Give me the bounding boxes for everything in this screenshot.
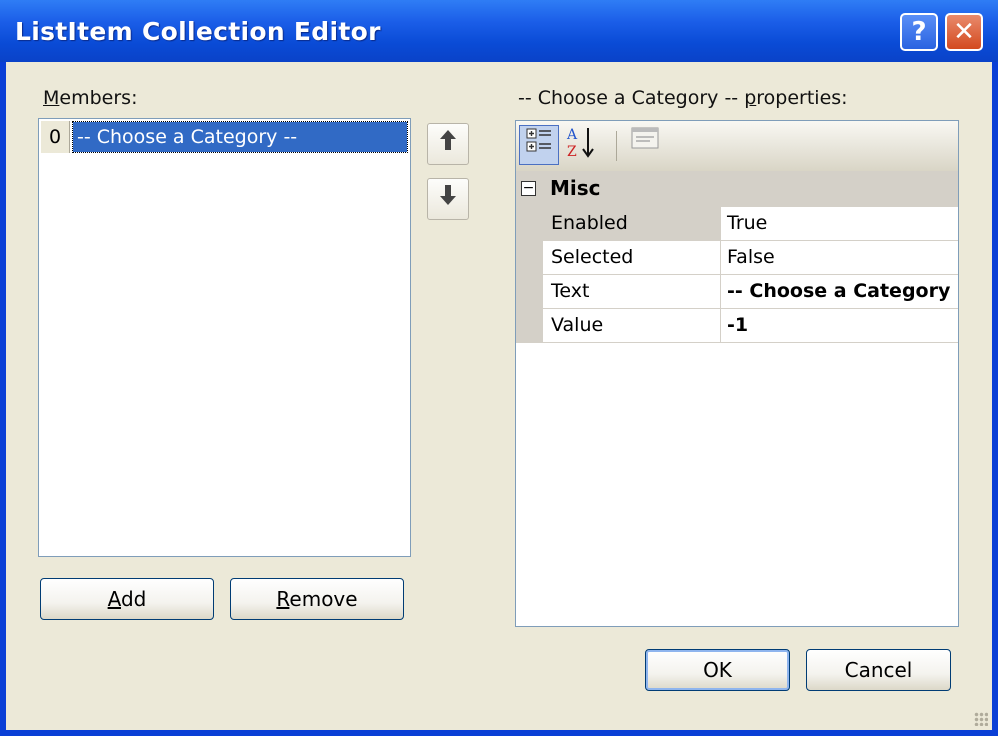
ok-button[interactable]: OK	[645, 649, 790, 691]
cancel-button[interactable]: Cancel	[806, 649, 951, 691]
property-value[interactable]: -1	[721, 309, 958, 342]
category-row-misc[interactable]: − Misc	[516, 171, 958, 207]
window-title: ListItem Collection Editor	[15, 17, 381, 46]
property-name: Selected	[543, 241, 721, 274]
svg-text:A: A	[566, 127, 578, 143]
categorized-button[interactable]	[519, 125, 559, 165]
property-pages-icon	[630, 127, 660, 156]
list-item-index: 0	[41, 121, 70, 153]
dialog-window: ListItem Collection Editor ? ✕ Members: …	[0, 0, 998, 736]
property-row-enabled[interactable]: Enabled True	[543, 207, 958, 241]
property-row-value[interactable]: Value -1	[543, 309, 958, 343]
members-label: Members:	[43, 87, 138, 109]
alphabetical-button[interactable]: A Z	[562, 125, 602, 165]
property-row-selected[interactable]: Selected False	[543, 241, 958, 275]
resize-grip[interactable]	[974, 712, 988, 726]
property-value[interactable]: -- Choose a Category --	[721, 275, 958, 308]
property-grid-toolbar: A Z	[516, 121, 958, 171]
alphabetical-icon: A Z	[566, 127, 598, 164]
arrow-down-icon	[439, 185, 457, 211]
property-name: Enabled	[543, 207, 721, 240]
members-listbox[interactable]: 0 -- Choose a Category --	[38, 118, 411, 557]
toolbar-separator	[616, 131, 617, 161]
list-item-label[interactable]: -- Choose a Category --	[72, 121, 408, 153]
property-pages-button[interactable]	[625, 125, 665, 165]
property-value[interactable]: True	[721, 207, 958, 240]
property-name: Text	[543, 275, 721, 308]
property-row-text[interactable]: Text -- Choose a Category --	[543, 275, 958, 309]
property-grid-body: − Misc Enabled True Selected False Text …	[516, 171, 958, 626]
title-bar[interactable]: ListItem Collection Editor ? ✕	[0, 0, 998, 62]
move-down-button[interactable]	[427, 178, 469, 220]
categorized-icon	[525, 128, 553, 159]
close-button[interactable]: ✕	[945, 13, 983, 51]
category-label: Misc	[550, 176, 601, 200]
collapse-toggle[interactable]: −	[521, 181, 536, 196]
property-value[interactable]: False	[721, 241, 958, 274]
property-grid: A Z − Misc Enabled True Selected False T…	[515, 120, 959, 627]
add-button[interactable]: Add	[40, 578, 214, 620]
svg-text:Z: Z	[567, 144, 577, 159]
arrow-up-icon	[439, 130, 457, 156]
move-up-button[interactable]	[427, 123, 469, 165]
list-item[interactable]: 0 -- Choose a Category --	[41, 121, 408, 155]
remove-button[interactable]: Remove	[230, 578, 404, 620]
property-name: Value	[543, 309, 721, 342]
grid-gutter	[516, 207, 543, 343]
properties-label: -- Choose a Category -- properties:	[518, 87, 848, 109]
dialog-client-area: Members: -- Choose a Category -- propert…	[6, 62, 992, 730]
help-button[interactable]: ?	[900, 13, 938, 51]
